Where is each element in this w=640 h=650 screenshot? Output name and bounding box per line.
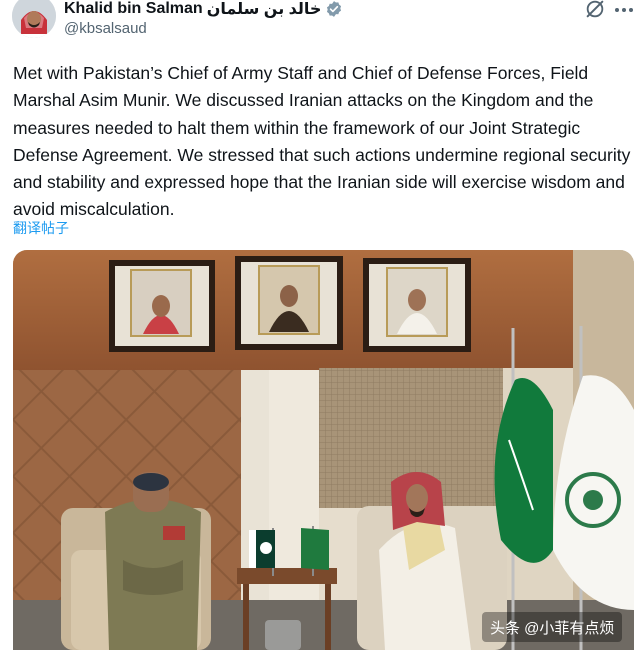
profile-photo-icon — [12, 0, 56, 38]
translate-post-link[interactable]: 翻译帖子 — [13, 218, 69, 238]
meeting-photo[interactable] — [13, 250, 634, 650]
portrait-frame-1 — [109, 260, 215, 352]
author-display-name[interactable]: Khalid bin Salman — [64, 0, 203, 18]
meeting-photo-image — [13, 250, 634, 650]
portrait-frame-3 — [363, 258, 471, 352]
watermark: 头条 @小菲有点烦 — [482, 612, 623, 642]
author-name-row: Khalid bin Salman خالد بن سلمان — [64, 0, 343, 20]
grok-icon[interactable] — [584, 0, 606, 20]
more-options-button[interactable] — [612, 0, 636, 20]
author-arabic-name[interactable]: خالد بن سلمان — [207, 0, 322, 19]
tweet-text: Met with Pakistan’s Chief of Army Staff … — [13, 63, 631, 220]
more-dots-icon — [615, 8, 619, 12]
portrait-frame-2 — [235, 256, 343, 350]
verified-badge-icon — [327, 1, 342, 17]
author-handle[interactable]: @kbsalsaud — [64, 20, 147, 37]
avatar[interactable] — [12, 0, 56, 38]
